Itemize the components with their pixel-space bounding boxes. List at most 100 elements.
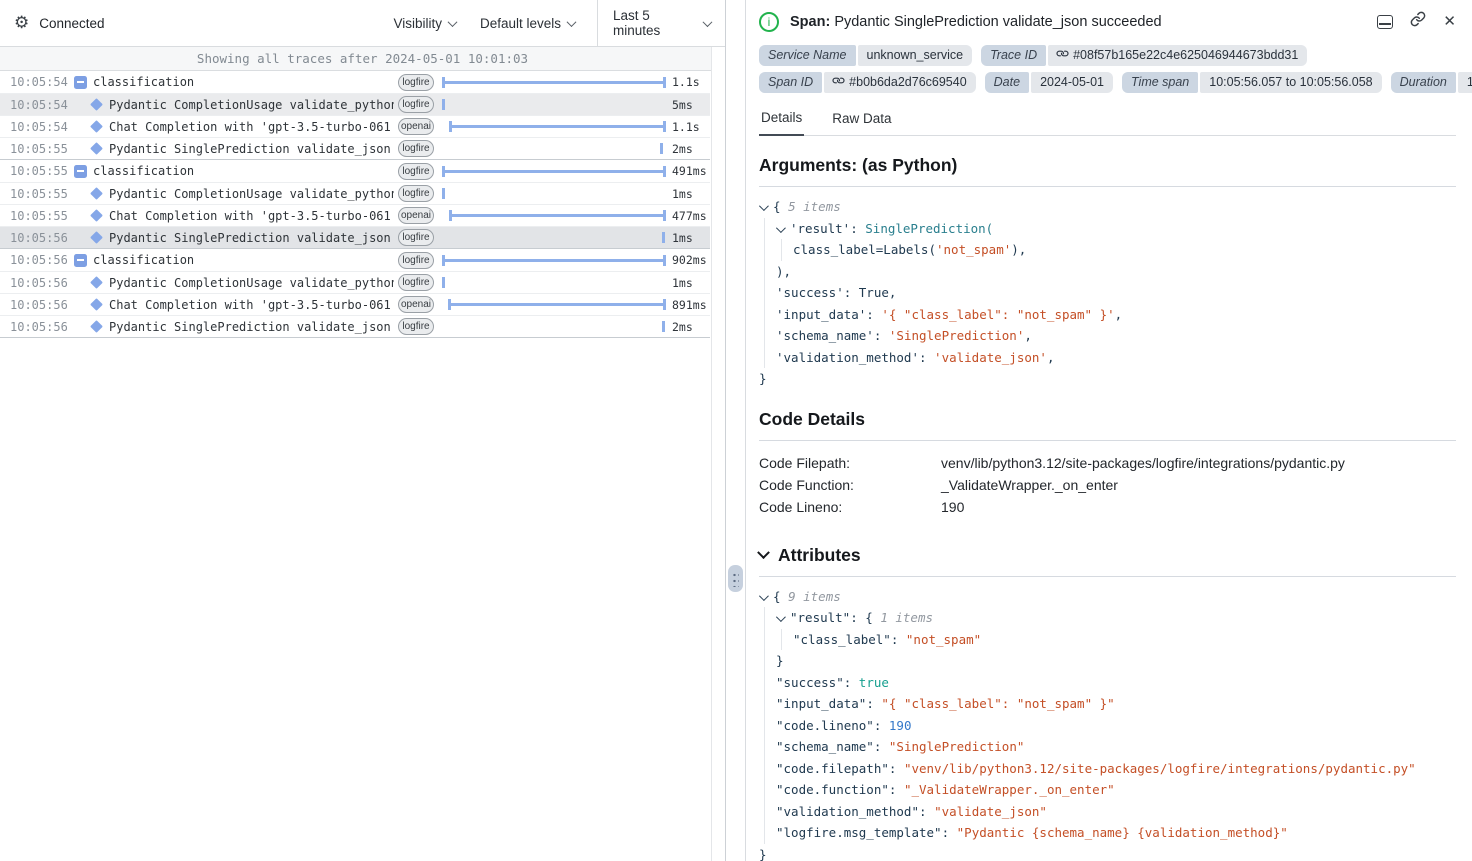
duration-bar [442, 138, 666, 160]
collapse-toggle-icon[interactable] [74, 76, 87, 89]
code-token: SinglePrediction( [865, 221, 993, 236]
trace-row[interactable]: 10:05:55Chat Completion with 'gpt-3.5-tu… [0, 204, 710, 226]
close-icon[interactable]: ✕ [1443, 14, 1456, 29]
duration-bar-span [449, 125, 666, 128]
span-tag-span-id: Span ID#b0b6da2d76c69540 [759, 72, 976, 93]
code-line: 'input_data': '{ "class_label": "not_spa… [759, 304, 1456, 326]
span-tag-date: Date2024-05-01 [985, 72, 1113, 93]
chevron-down-icon [703, 17, 713, 27]
indent-guide [764, 325, 765, 347]
tag-label: Span ID [759, 72, 822, 93]
tag-value: 2024-05-01 [1031, 72, 1113, 93]
gear-icon[interactable]: ⚙ [14, 15, 29, 32]
row-name: classification [93, 75, 394, 89]
duration-bar-tick [442, 99, 445, 110]
duration-bar-tick [660, 143, 663, 154]
duration-bar [442, 94, 666, 116]
code-line: { 9 items [759, 586, 1456, 608]
link-icon [1057, 48, 1068, 62]
copy-link-icon[interactable] [1410, 11, 1426, 32]
collapse-chevron-icon[interactable] [759, 591, 769, 601]
row-duration: 1.1s [672, 75, 710, 89]
tag-row: Span ID#b0b6da2d76c69540Date2024-05-01Ti… [759, 72, 1456, 93]
code-token: : [866, 696, 881, 711]
code-token: 'success': True, [776, 285, 896, 300]
code-line: } [759, 368, 1456, 390]
collapse-chevron-icon[interactable] [776, 223, 786, 233]
indent-guide [764, 801, 765, 823]
code-line: "code.lineno": 190 [759, 715, 1456, 737]
code-detail-row: Code Filepath:venv/lib/python3.12/site-p… [759, 452, 1456, 474]
indent-guide [764, 282, 765, 304]
trace-row[interactable]: 10:05:54classificationlogfire1.1s [0, 71, 710, 93]
divider [759, 576, 1456, 577]
span-title: Span: Pydantic SinglePrediction validate… [790, 14, 1162, 30]
duration-bar [442, 227, 666, 249]
code-token: , [1115, 307, 1123, 322]
code-line: 'result': SinglePrediction( [759, 218, 1456, 240]
trace-row[interactable]: 10:05:56Chat Completion with 'gpt-3.5-tu… [0, 293, 710, 315]
row-duration: 477ms [672, 209, 710, 223]
visibility-menu[interactable]: Visibility [393, 16, 456, 31]
trace-row[interactable]: 10:05:54 Pydantic CompletionUsage validat… [0, 93, 710, 115]
code-token: : [889, 761, 904, 776]
code-token: "schema_name" [776, 739, 874, 754]
tag-value[interactable]: #08f57b165e22c4e625046944673bdd31 [1048, 45, 1307, 66]
duration-bar [442, 249, 666, 271]
attributes-code-block: { 9 items"result": { 1 items"class_label… [759, 586, 1456, 861]
code-token: : [844, 675, 859, 690]
indent-guide [764, 239, 765, 261]
scrollbar-gutter[interactable] [711, 47, 725, 861]
collapse-toggle-icon[interactable] [74, 165, 87, 178]
divider [759, 440, 1456, 441]
trace-row[interactable]: 10:05:56Pydantic CompletionUsage validat… [0, 271, 710, 293]
row-timestamp: 10:05:56 [10, 276, 68, 290]
row-name: Pydantic CompletionUsage validate_python [109, 98, 394, 112]
indent-guide [764, 715, 765, 737]
indent-guide [764, 347, 765, 369]
duration-bar [442, 183, 666, 205]
time-range-select[interactable]: Last 5 minutes [597, 0, 725, 47]
span-tag-duration: Duration1ms [1391, 72, 1472, 93]
visibility-menu-label: Visibility [393, 16, 442, 31]
row-timestamp: 10:05:55 [10, 209, 68, 223]
tab-raw-data[interactable]: Raw Data [830, 103, 893, 135]
trace-row[interactable]: 10:05:56classificationlogfire902ms [0, 249, 710, 271]
info-icon: i [759, 12, 779, 32]
code-token: 9 items [788, 589, 841, 604]
collapse-toggle-icon[interactable] [74, 254, 87, 267]
row-timestamp: 10:05:55 [10, 187, 68, 201]
row-duration: 1ms [672, 187, 710, 201]
tag-value[interactable]: #b0b6da2d76c69540 [824, 72, 975, 93]
dock-panel-icon[interactable] [1377, 15, 1393, 29]
panel-resize-handle[interactable] [728, 565, 743, 592]
span-tag-trace-id: Trace ID#08f57b165e22c4e625046944673bdd3… [981, 45, 1307, 66]
row-duration: 891ms [672, 298, 710, 312]
row-timestamp: 10:05:54 [10, 98, 68, 112]
chevron-down-icon [448, 17, 458, 27]
collapse-chevron-icon[interactable] [776, 612, 786, 622]
indent-guide [764, 218, 765, 240]
attributes-heading[interactable]: Attributes [759, 545, 1456, 566]
trace-row[interactable]: 10:05:55classificationlogfire491ms [0, 160, 710, 182]
trace-row[interactable]: 10:05:55Pydantic SinglePrediction valida… [0, 137, 710, 159]
scope-badge: logfire [398, 229, 434, 246]
trace-row[interactable]: 10:05:56Pydantic SinglePrediction valida… [0, 226, 710, 248]
code-detail-row: Code Function:_ValidateWrapper._on_enter [759, 474, 1456, 496]
trace-row[interactable]: 10:05:54Chat Completion with 'gpt-3.5-tu… [0, 115, 710, 137]
trace-row[interactable]: 10:05:56Pydantic SinglePrediction valida… [0, 315, 710, 337]
collapse-chevron-icon[interactable] [759, 201, 769, 211]
row-name: Pydantic SinglePrediction validate_json [109, 231, 394, 245]
code-token: 190 [889, 718, 912, 733]
row-duration: 2ms [672, 320, 710, 334]
code-detail-label: Code Filepath: [759, 452, 941, 474]
default-levels-menu[interactable]: Default levels [480, 16, 575, 31]
time-range-value: Last 5 minutes [613, 8, 697, 38]
trace-row[interactable]: 10:05:55Pydantic CompletionUsage validat… [0, 182, 710, 204]
code-token: : [874, 739, 889, 754]
code-line: } [759, 650, 1456, 672]
tab-details[interactable]: Details [759, 103, 804, 136]
row-timestamp: 10:05:54 [10, 75, 68, 89]
indent-guide [764, 736, 765, 758]
row-timestamp: 10:05:55 [10, 142, 68, 156]
